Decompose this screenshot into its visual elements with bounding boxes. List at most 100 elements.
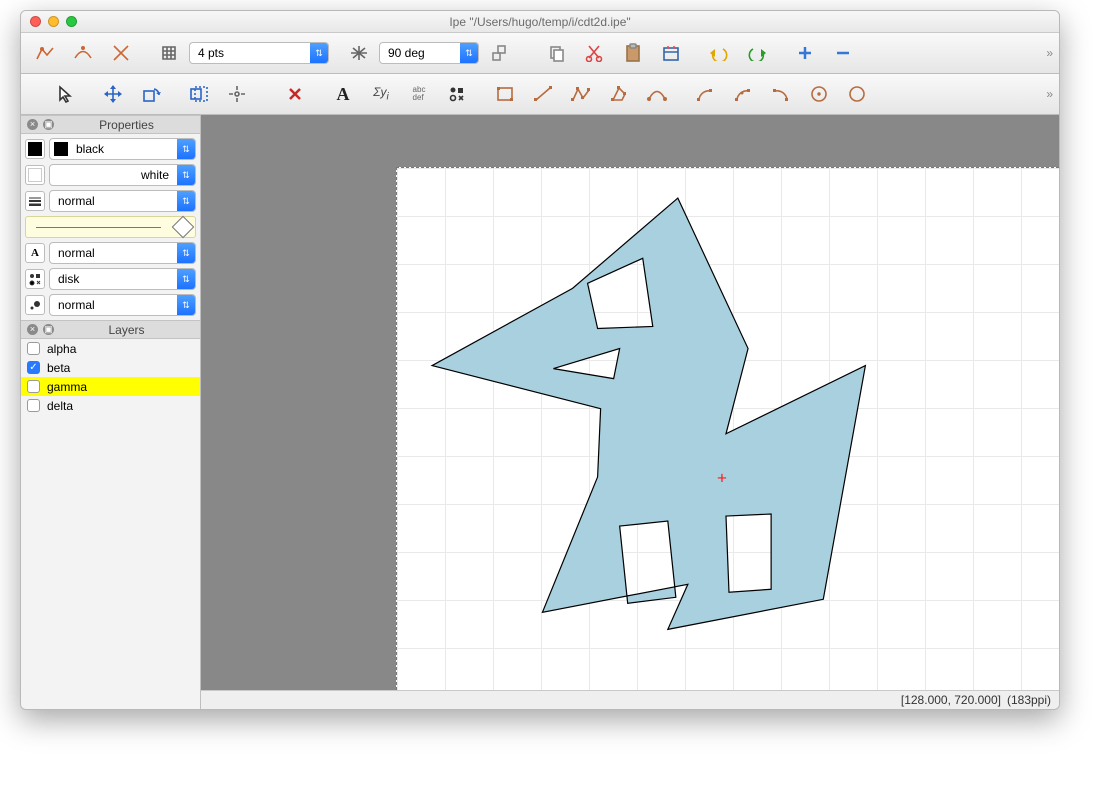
mark-shape-combo[interactable]: disk⇅ bbox=[49, 268, 196, 290]
text-label-icon[interactable]: A bbox=[325, 79, 361, 109]
math-icon[interactable]: Σyi bbox=[363, 79, 399, 109]
layers-title: Layers bbox=[59, 323, 194, 337]
detach-panel-icon[interactable]: ▣ bbox=[43, 119, 54, 130]
circle2-icon[interactable] bbox=[839, 79, 875, 109]
polyline-icon[interactable] bbox=[563, 79, 599, 109]
app-window: Ipe "/Users/hugo/temp/i/cdt2d.ipe" 4 pts… bbox=[20, 10, 1060, 710]
snap-angle-icon[interactable] bbox=[341, 38, 377, 68]
close-panel-icon[interactable]: × bbox=[27, 119, 38, 130]
detach-panel-icon[interactable]: ▣ bbox=[43, 324, 54, 335]
minus-icon[interactable] bbox=[825, 38, 861, 68]
toolbar-tools: A Σyi abcdef » bbox=[21, 74, 1059, 115]
fill-color-value: white bbox=[50, 168, 177, 182]
plus-icon[interactable] bbox=[787, 38, 823, 68]
rectangle-icon[interactable] bbox=[487, 79, 523, 109]
layer-row[interactable]: ✓ beta bbox=[21, 358, 200, 377]
arrow-style-bar[interactable] bbox=[25, 216, 196, 238]
close-window-button[interactable] bbox=[30, 16, 41, 27]
snap-intersection-icon[interactable] bbox=[103, 38, 139, 68]
grid-size-value: 4 pts bbox=[190, 46, 310, 60]
toolbar-overflow-icon[interactable]: » bbox=[1046, 46, 1053, 60]
layer-visibility-checkbox[interactable] bbox=[27, 380, 40, 393]
angle-value: 90 deg bbox=[380, 46, 460, 60]
chevron-updown-icon: ⇅ bbox=[460, 43, 478, 63]
translate-tool-icon[interactable] bbox=[95, 79, 131, 109]
calendar-icon[interactable] bbox=[653, 38, 689, 68]
layer-name: alpha bbox=[47, 342, 76, 356]
arc2-icon[interactable] bbox=[725, 79, 761, 109]
layer-name: beta bbox=[47, 361, 70, 375]
titlebar: Ipe "/Users/hugo/temp/i/cdt2d.ipe" bbox=[21, 11, 1059, 33]
pan-tool-icon[interactable] bbox=[219, 79, 255, 109]
stroke-color-combo[interactable]: black ⇅ bbox=[49, 138, 196, 160]
toolbar-overflow-icon[interactable]: » bbox=[1046, 87, 1053, 101]
properties-panel: black ⇅ white ⇅ normal⇅ bbox=[21, 134, 200, 320]
stroke-color-value: black bbox=[68, 142, 177, 156]
copy-icon[interactable] bbox=[539, 38, 575, 68]
mark-size-icon bbox=[25, 295, 45, 315]
layer-row[interactable]: alpha bbox=[21, 339, 200, 358]
mark-shape-icon bbox=[25, 269, 45, 289]
zoom-window-button[interactable] bbox=[66, 16, 77, 27]
sidebar: × ▣ Properties black ⇅ white bbox=[21, 115, 201, 709]
fill-color-combo[interactable]: white ⇅ bbox=[49, 164, 196, 186]
text-size-combo[interactable]: normal⇅ bbox=[49, 242, 196, 264]
pen-combo[interactable]: normal⇅ bbox=[49, 190, 196, 212]
snap-control-icon[interactable] bbox=[65, 38, 101, 68]
layers-list: alpha ✓ beta gamma delta bbox=[21, 339, 200, 709]
mark-icon[interactable] bbox=[439, 79, 475, 109]
stroke-swatch-icon[interactable] bbox=[25, 139, 45, 159]
page: + bbox=[396, 167, 1059, 690]
layer-row[interactable]: delta bbox=[21, 396, 200, 415]
delete-icon[interactable] bbox=[277, 79, 313, 109]
status-ppi: (183ppi) bbox=[1007, 693, 1051, 707]
layer-visibility-checkbox[interactable]: ✓ bbox=[27, 361, 40, 374]
arc1-icon[interactable] bbox=[687, 79, 723, 109]
properties-panel-header[interactable]: × ▣ Properties bbox=[21, 115, 200, 134]
circle1-icon[interactable] bbox=[801, 79, 837, 109]
snap-vertex-icon[interactable] bbox=[27, 38, 63, 68]
line-icon[interactable] bbox=[525, 79, 561, 109]
rotate-tool-icon[interactable] bbox=[133, 79, 169, 109]
layer-name: gamma bbox=[47, 380, 87, 394]
layer-row[interactable]: gamma bbox=[21, 377, 200, 396]
stretch-tool-icon[interactable] bbox=[181, 79, 217, 109]
mark-size-combo[interactable]: normal⇅ bbox=[49, 294, 196, 316]
status-bar: [128.000, 720.000] (183ppi) bbox=[201, 690, 1059, 709]
toolbar-snap: 4 pts ⇅ 90 deg ⇅ » bbox=[21, 33, 1059, 74]
crosshair-icon: + bbox=[717, 470, 727, 487]
layer-name: delta bbox=[47, 399, 73, 413]
spline-icon[interactable] bbox=[639, 79, 675, 109]
diamond-icon bbox=[172, 216, 195, 239]
grid-size-combo[interactable]: 4 pts ⇅ bbox=[189, 42, 329, 64]
cut-icon[interactable] bbox=[577, 38, 613, 68]
status-coords: [128.000, 720.000] bbox=[901, 693, 1001, 707]
content-area: × ▣ Properties black ⇅ white bbox=[21, 115, 1059, 709]
drawing bbox=[397, 168, 1059, 690]
canvas[interactable]: + bbox=[201, 115, 1059, 690]
properties-title: Properties bbox=[59, 118, 194, 132]
close-panel-icon[interactable]: × bbox=[27, 324, 38, 335]
select-tool-icon[interactable] bbox=[47, 79, 83, 109]
window-title: Ipe "/Users/hugo/temp/i/cdt2d.ipe" bbox=[449, 15, 630, 29]
layers-panel-header[interactable]: × ▣ Layers bbox=[21, 320, 200, 339]
angle-combo[interactable]: 90 deg ⇅ bbox=[379, 42, 479, 64]
fill-swatch-icon[interactable] bbox=[25, 165, 45, 185]
drawn-shape[interactable] bbox=[432, 198, 865, 629]
layer-visibility-checkbox[interactable] bbox=[27, 399, 40, 412]
polygon-icon[interactable] bbox=[601, 79, 637, 109]
layer-visibility-checkbox[interactable] bbox=[27, 342, 40, 355]
paragraph-icon[interactable]: abcdef bbox=[401, 79, 437, 109]
paste-icon[interactable] bbox=[615, 38, 651, 68]
snap-grid-icon[interactable] bbox=[151, 38, 187, 68]
canvas-area: + [128.000, 720.000] (183ppi) bbox=[201, 115, 1059, 709]
chevron-updown-icon: ⇅ bbox=[310, 43, 328, 63]
minimize-window-button[interactable] bbox=[48, 16, 59, 27]
redo-icon[interactable] bbox=[739, 38, 775, 68]
text-size-icon: A bbox=[25, 243, 45, 263]
arc3-icon[interactable] bbox=[763, 79, 799, 109]
window-controls bbox=[30, 16, 77, 27]
pen-icon bbox=[25, 191, 45, 211]
snap-auto-icon[interactable] bbox=[481, 38, 517, 68]
undo-icon[interactable] bbox=[701, 38, 737, 68]
